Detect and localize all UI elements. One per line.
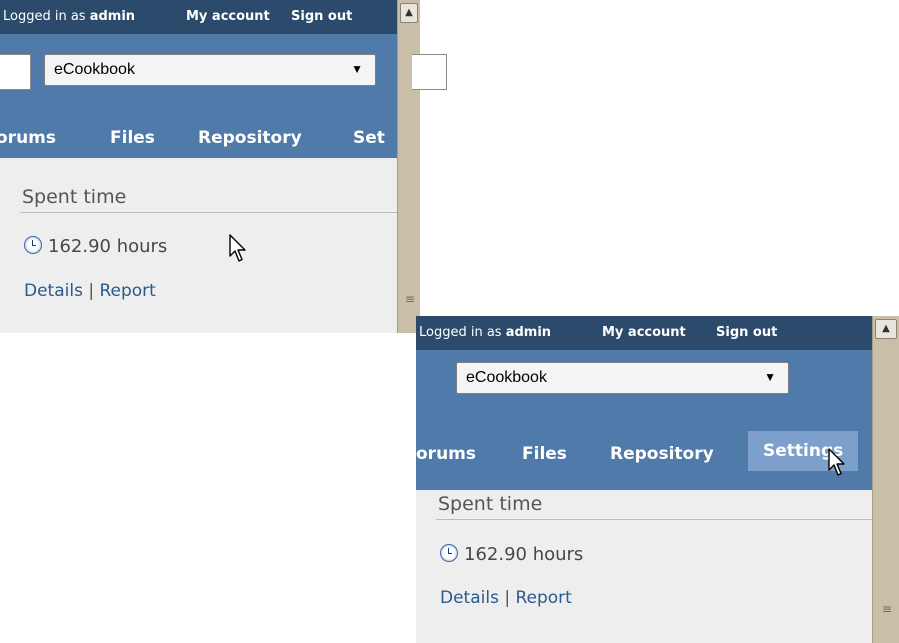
heading-divider xyxy=(20,212,398,213)
tab-files[interactable]: Files xyxy=(110,118,155,158)
search-input[interactable] xyxy=(412,54,447,90)
mouse-pointer-icon xyxy=(229,234,246,262)
details-link[interactable]: Details xyxy=(24,281,83,301)
project-select-value: eCookbook xyxy=(466,369,547,386)
main-menu: orums Files Repository Set xyxy=(0,118,398,158)
tab-forums[interactable]: orums xyxy=(416,434,476,474)
logged-in-user[interactable]: admin xyxy=(506,325,551,340)
project-jump-select[interactable]: eCookbook ▼ xyxy=(44,54,376,86)
tab-forums[interactable]: orums xyxy=(0,118,56,158)
details-link[interactable]: Details xyxy=(440,588,499,608)
link-separator: | xyxy=(504,588,511,608)
scrollbar-grip-icon: ≡ xyxy=(882,602,893,616)
report-link[interactable]: Report xyxy=(99,281,155,301)
tab-files[interactable]: Files xyxy=(522,434,567,474)
spent-hours: 162.90 hours xyxy=(24,236,167,257)
browser-viewport: Logged in as admin My account Sign out e… xyxy=(0,0,398,333)
spent-time-links: Details | Report xyxy=(24,281,156,301)
sign-out-link[interactable]: Sign out xyxy=(716,325,777,340)
logged-in-user[interactable]: admin xyxy=(90,9,135,24)
logged-in-as: Logged in as admin xyxy=(419,325,552,340)
spent-time-heading: Spent time xyxy=(438,493,543,515)
scroll-up-arrow-icon[interactable]: ▲ xyxy=(400,3,418,23)
mouse-pointer-icon xyxy=(828,448,845,476)
main-menu: orums Files Repository Settings xyxy=(416,431,873,474)
logged-in-as: Logged in as admin xyxy=(3,9,136,24)
spent-time-links: Details | Report xyxy=(440,588,572,608)
vertical-scrollbar[interactable]: ▲ ≡ xyxy=(872,316,899,643)
screenshot-before-hover: Logged in as admin My account Sign out e… xyxy=(0,0,420,333)
spent-time-heading: Spent time xyxy=(22,186,127,208)
dropdown-arrow-icon: ▼ xyxy=(351,62,363,76)
clock-icon xyxy=(24,236,42,254)
scroll-up-arrow-icon[interactable]: ▲ xyxy=(875,319,897,339)
link-separator: | xyxy=(88,281,95,301)
vertical-scrollbar[interactable]: ▲ ≡ xyxy=(397,0,420,333)
spent-hours: 162.90 hours xyxy=(440,544,583,565)
clock-icon xyxy=(440,544,458,562)
top-menu: Logged in as admin My account Sign out xyxy=(0,0,398,34)
my-account-link[interactable]: My account xyxy=(602,325,686,340)
tab-repository[interactable]: Repository xyxy=(610,434,714,474)
tab-repository[interactable]: Repository xyxy=(198,118,302,158)
report-link[interactable]: Report xyxy=(515,588,571,608)
my-account-link[interactable]: My account xyxy=(186,9,270,24)
tab-settings[interactable]: Set xyxy=(353,118,385,158)
heading-divider xyxy=(436,519,873,520)
spent-hours-value: 162.90 hours xyxy=(48,236,168,257)
project-select-value: eCookbook xyxy=(54,61,135,78)
search-input[interactable] xyxy=(0,54,31,90)
project-jump-select[interactable]: eCookbook ▼ xyxy=(456,362,789,394)
spent-hours-value: 162.90 hours xyxy=(464,544,584,565)
scrollbar-grip-icon: ≡ xyxy=(405,292,416,306)
dropdown-arrow-icon: ▼ xyxy=(764,370,776,384)
top-menu: Logged in as admin My account Sign out xyxy=(416,316,873,350)
sign-out-link[interactable]: Sign out xyxy=(291,9,352,24)
